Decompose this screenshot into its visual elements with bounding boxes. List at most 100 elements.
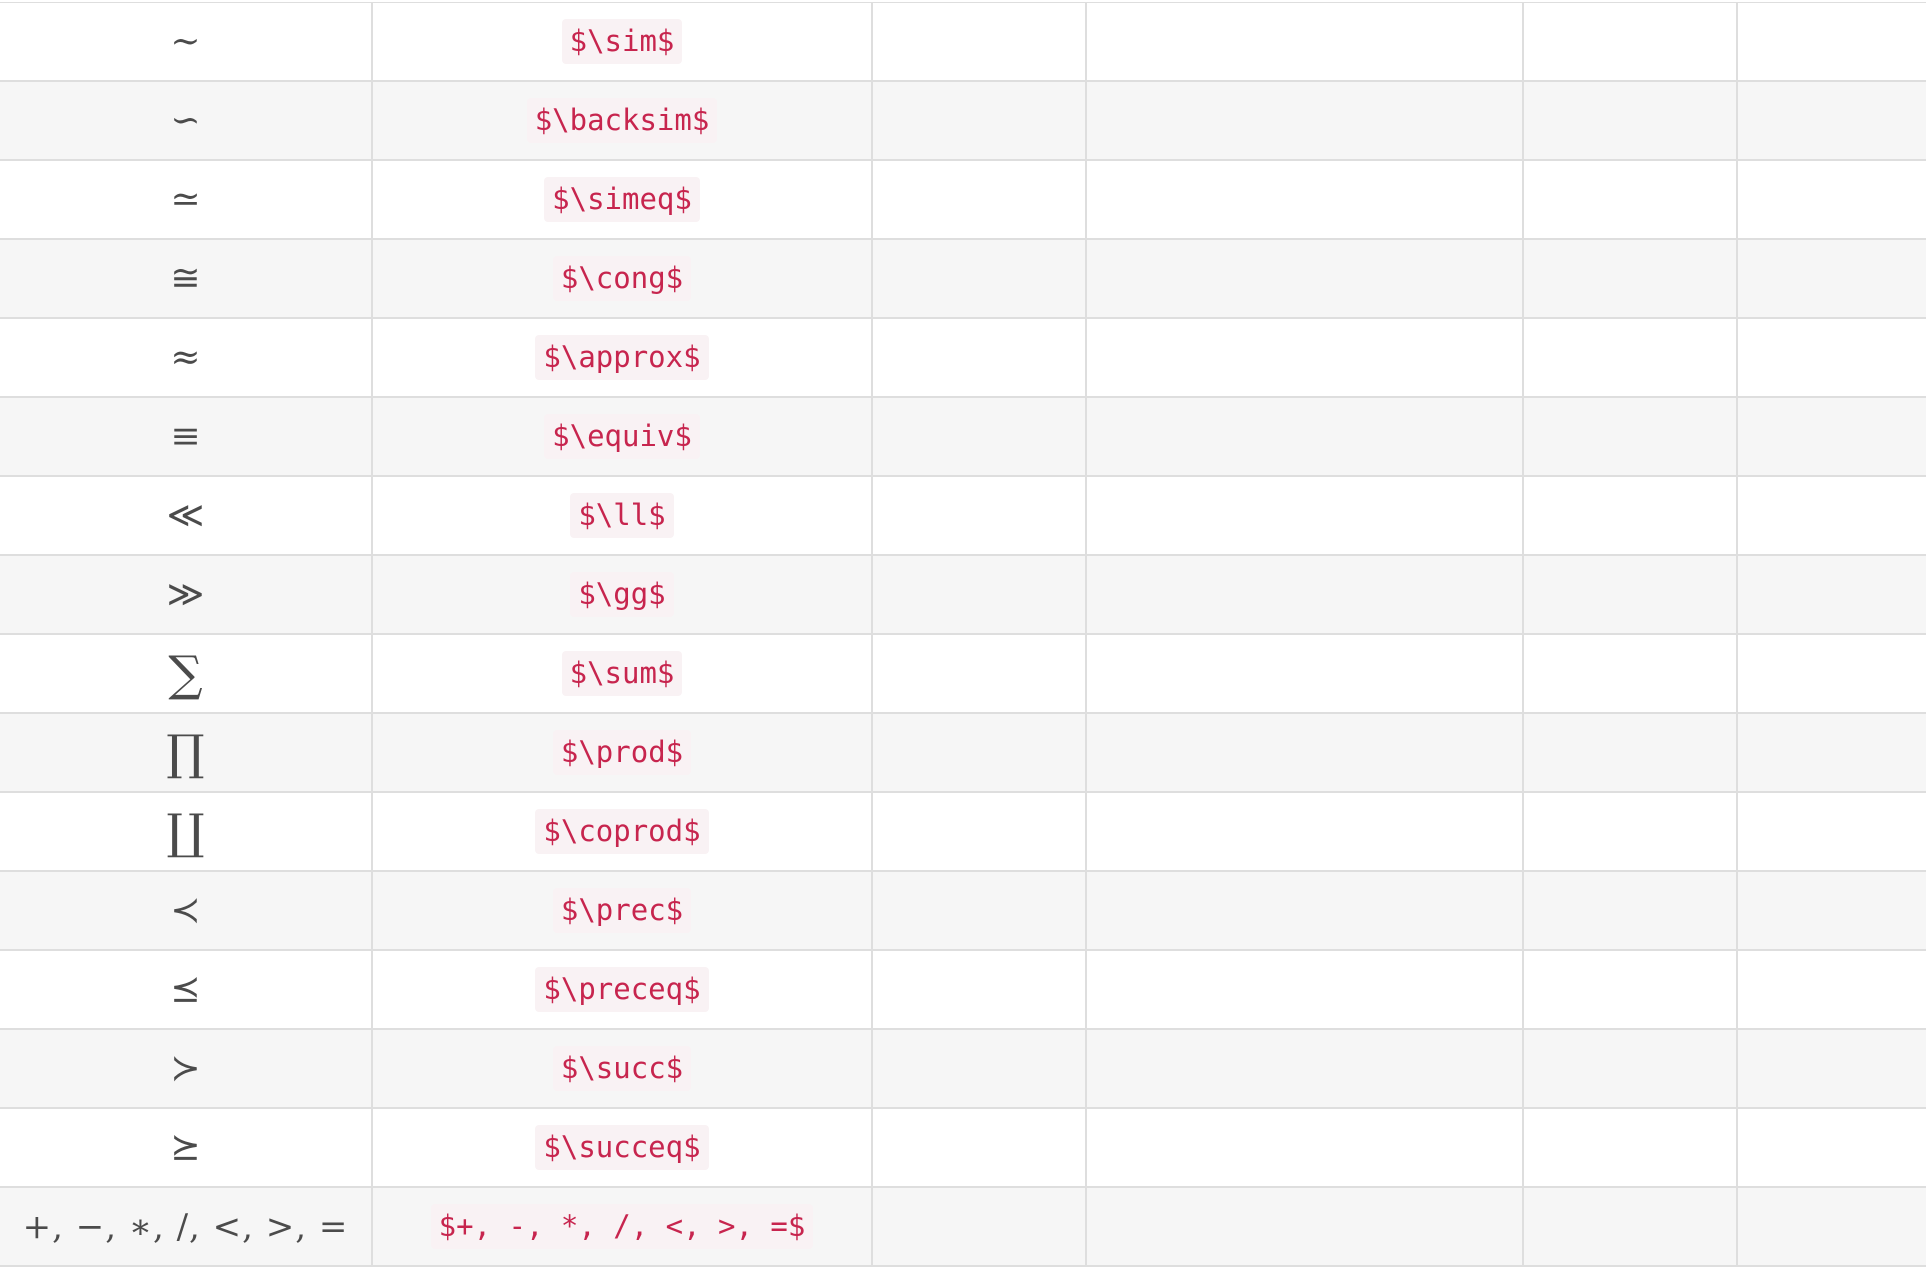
- rendered-symbol: ≡: [170, 415, 201, 457]
- empty-cell: [1085, 791, 1524, 872]
- latex-cell: $\simeq$: [371, 159, 873, 240]
- symbol-table: ∼ $\sim$ ∽ $\backsim$ ≃ $\simeq$ ≅ $\con…: [0, 2, 1926, 1267]
- empty-cell: [1085, 712, 1524, 793]
- empty-cell: [871, 633, 1087, 714]
- table-row: ≪ $\ll$: [0, 475, 1926, 556]
- rendered-symbol: ∑: [168, 645, 203, 702]
- latex-cell: $\cong$: [371, 238, 873, 319]
- symbol-cell: ⪰: [0, 1107, 373, 1188]
- symbol-cell: ∼: [0, 2, 373, 82]
- empty-cell: [871, 2, 1087, 82]
- latex-cell: $\coprod$: [371, 791, 873, 872]
- latex-code: $\sum$: [561, 651, 683, 696]
- empty-cell: [1522, 159, 1738, 240]
- rendered-symbol: ≺: [170, 889, 201, 931]
- table-row: ∼ $\sim$: [0, 2, 1926, 82]
- empty-cell: [1085, 80, 1524, 161]
- table-row: ≅ $\cong$: [0, 238, 1926, 319]
- rendered-symbol: ∐: [166, 803, 205, 860]
- empty-cell: [871, 475, 1087, 556]
- empty-cell: [1522, 396, 1738, 477]
- rendered-symbol: ∽: [170, 99, 201, 141]
- latex-cell: $\succ$: [371, 1028, 873, 1109]
- latex-cell: $+, -, *, /, <, >, =$: [371, 1186, 873, 1267]
- empty-cell: [1736, 238, 1926, 319]
- latex-cell: $\prod$: [371, 712, 873, 793]
- rendered-symbol: ≈: [170, 336, 201, 378]
- empty-cell: [871, 712, 1087, 793]
- latex-cell: $\preceq$: [371, 949, 873, 1030]
- latex-cell: $\prec$: [371, 870, 873, 951]
- empty-cell: [1522, 1107, 1738, 1188]
- empty-cell: [1085, 1186, 1524, 1267]
- symbol-cell: +, −, ∗, /, <, >, =: [0, 1186, 373, 1267]
- latex-code: $\equiv$: [544, 414, 700, 459]
- symbol-cell: ≈: [0, 317, 373, 398]
- table-row: ∐ $\coprod$: [0, 791, 1926, 872]
- symbol-cell: ≺: [0, 870, 373, 951]
- latex-cell: $\ll$: [371, 475, 873, 556]
- rendered-symbol: ∼: [170, 20, 201, 62]
- empty-cell: [871, 1107, 1087, 1188]
- table-row: ≺ $\prec$: [0, 870, 1926, 951]
- rendered-symbol: ≫: [166, 573, 205, 615]
- latex-cell: $\gg$: [371, 554, 873, 635]
- rendered-symbol: ∏: [166, 724, 205, 781]
- symbol-cell: ≫: [0, 554, 373, 635]
- empty-cell: [871, 1186, 1087, 1267]
- rendered-symbol: +, −, ∗, /, <, >, =: [22, 1206, 349, 1247]
- empty-cell: [1736, 791, 1926, 872]
- latex-code: $\cong$: [552, 256, 692, 301]
- symbol-cell: ≪: [0, 475, 373, 556]
- empty-cell: [1085, 2, 1524, 82]
- empty-cell: [1085, 554, 1524, 635]
- symbol-cell: ∽: [0, 80, 373, 161]
- empty-cell: [1085, 159, 1524, 240]
- empty-cell: [1736, 396, 1926, 477]
- empty-cell: [1736, 870, 1926, 951]
- latex-cell: $\succeq$: [371, 1107, 873, 1188]
- rendered-symbol: ⪯: [170, 968, 201, 1010]
- empty-cell: [1736, 2, 1926, 82]
- symbol-cell: ∐: [0, 791, 373, 872]
- empty-cell: [1736, 317, 1926, 398]
- latex-code: $\succeq$: [535, 1125, 709, 1170]
- empty-cell: [871, 554, 1087, 635]
- table-row: ≫ $\gg$: [0, 554, 1926, 635]
- empty-cell: [1736, 633, 1926, 714]
- empty-cell: [871, 791, 1087, 872]
- empty-cell: [1736, 1028, 1926, 1109]
- empty-cell: [1522, 791, 1738, 872]
- symbol-cell: ∑: [0, 633, 373, 714]
- empty-cell: [871, 1028, 1087, 1109]
- empty-cell: [1522, 949, 1738, 1030]
- table-row: ⪰ $\succeq$: [0, 1107, 1926, 1188]
- latex-code: $\preceq$: [535, 967, 709, 1012]
- empty-cell: [1085, 949, 1524, 1030]
- empty-cell: [871, 80, 1087, 161]
- latex-cell: $\sim$: [371, 2, 873, 82]
- rendered-symbol: ≃: [170, 178, 201, 220]
- empty-cell: [1522, 238, 1738, 319]
- latex-code: $\succ$: [552, 1046, 692, 1091]
- latex-code: $\prod$: [552, 730, 692, 775]
- table-row: ∽ $\backsim$: [0, 80, 1926, 161]
- empty-cell: [1736, 949, 1926, 1030]
- empty-cell: [1522, 80, 1738, 161]
- empty-cell: [1736, 1107, 1926, 1188]
- table-row: ≃ $\simeq$: [0, 159, 1926, 240]
- latex-cell: $\backsim$: [371, 80, 873, 161]
- latex-code: $\ll$: [570, 493, 674, 538]
- latex-code: $\approx$: [535, 335, 709, 380]
- table-row: ∏ $\prod$: [0, 712, 1926, 793]
- empty-cell: [1085, 633, 1524, 714]
- empty-cell: [871, 949, 1087, 1030]
- symbol-cell: ≡: [0, 396, 373, 477]
- latex-cell: $\approx$: [371, 317, 873, 398]
- empty-cell: [1736, 475, 1926, 556]
- symbol-cell: ⪯: [0, 949, 373, 1030]
- empty-cell: [1522, 1186, 1738, 1267]
- empty-cell: [1736, 1186, 1926, 1267]
- empty-cell: [871, 317, 1087, 398]
- empty-cell: [1085, 475, 1524, 556]
